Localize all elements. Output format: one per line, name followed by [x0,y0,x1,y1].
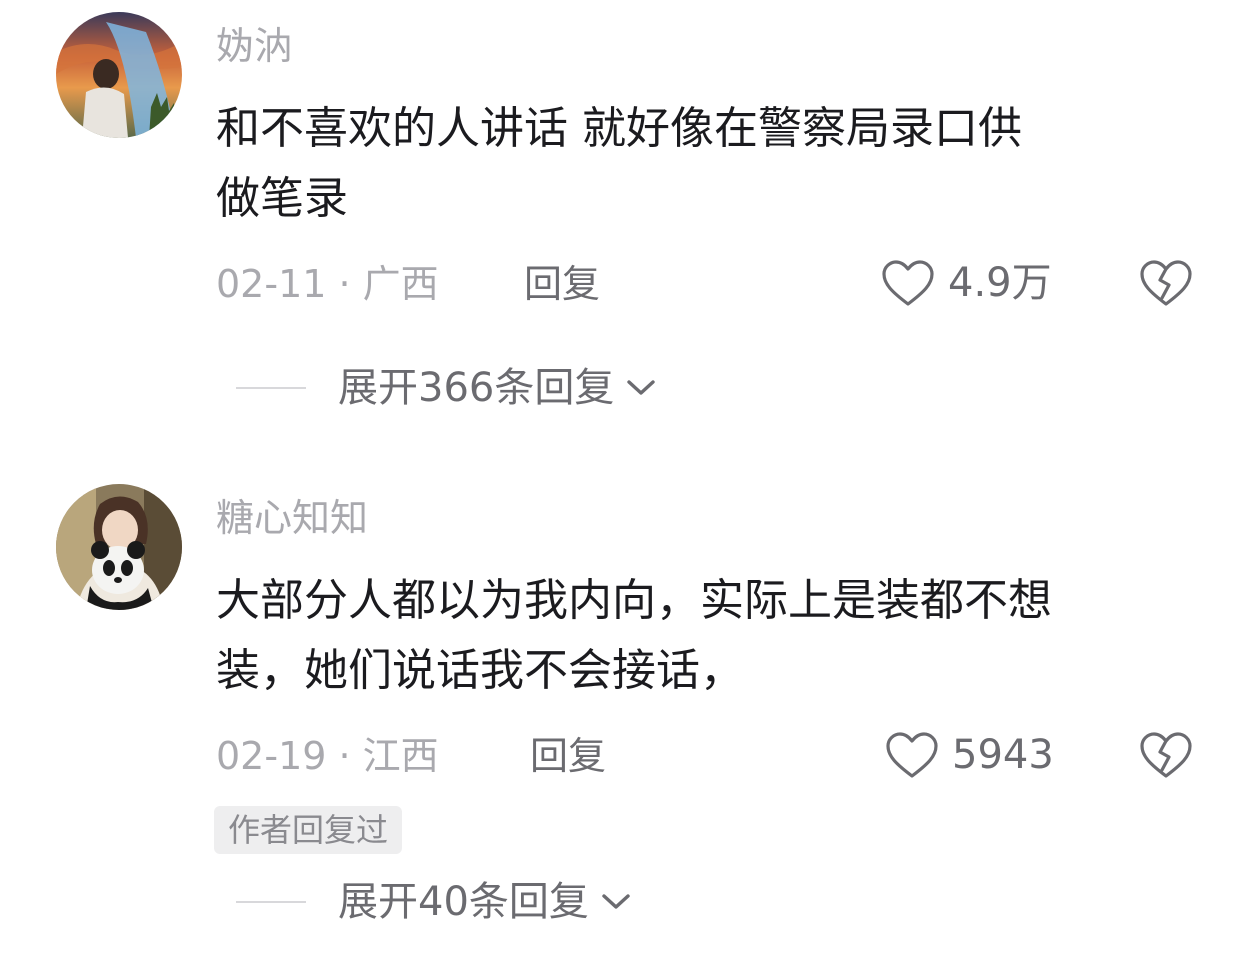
chevron-down-icon [602,894,630,909]
like-button[interactable]: 4.9万 [880,258,1052,308]
broken-heart-icon [1140,260,1192,306]
reply-button[interactable]: 回复 [530,734,606,778]
expand-replies[interactable]: 展开366条回复 [236,364,658,412]
author-replied-badge: 作者回复过 [214,806,403,854]
expand-replies-label: 展开40条回复 [338,879,589,925]
divider [236,901,306,903]
date-location: 02-11 · 广西 [216,262,439,306]
expand-replies[interactable]: 展开40条回复 [236,878,633,926]
dislike-button[interactable] [1138,730,1194,780]
avatar-panda-photo [56,484,182,610]
username[interactable]: 糖心知知 [216,496,368,540]
like-button[interactable]: 5943 [884,730,1054,780]
comment-text: 和不喜欢的人讲话 就好像在警察局录口供 做笔录 [216,103,1022,224]
expand-replies-label: 展开366条回复 [338,365,615,411]
broken-heart-icon [1140,732,1192,778]
like-count: 4.9万 [948,260,1052,306]
heart-outline-icon [886,732,938,778]
avatar[interactable] [56,484,182,610]
date-location: 02-19 · 江西 [216,734,439,778]
chevron-down-icon [627,380,656,395]
avatar[interactable] [56,12,182,138]
like-count: 5943 [952,732,1054,778]
heart-outline-icon [882,260,934,306]
avatar-sunset-photo [56,12,182,138]
comment-text: 大部分人都以为我内向，实际上是装都不想 装，她们说话我不会接话， [216,575,1052,696]
username[interactable]: 妫汭 [216,24,292,68]
dislike-button[interactable] [1138,258,1194,308]
reply-button[interactable]: 回复 [524,262,600,306]
divider [236,387,306,389]
